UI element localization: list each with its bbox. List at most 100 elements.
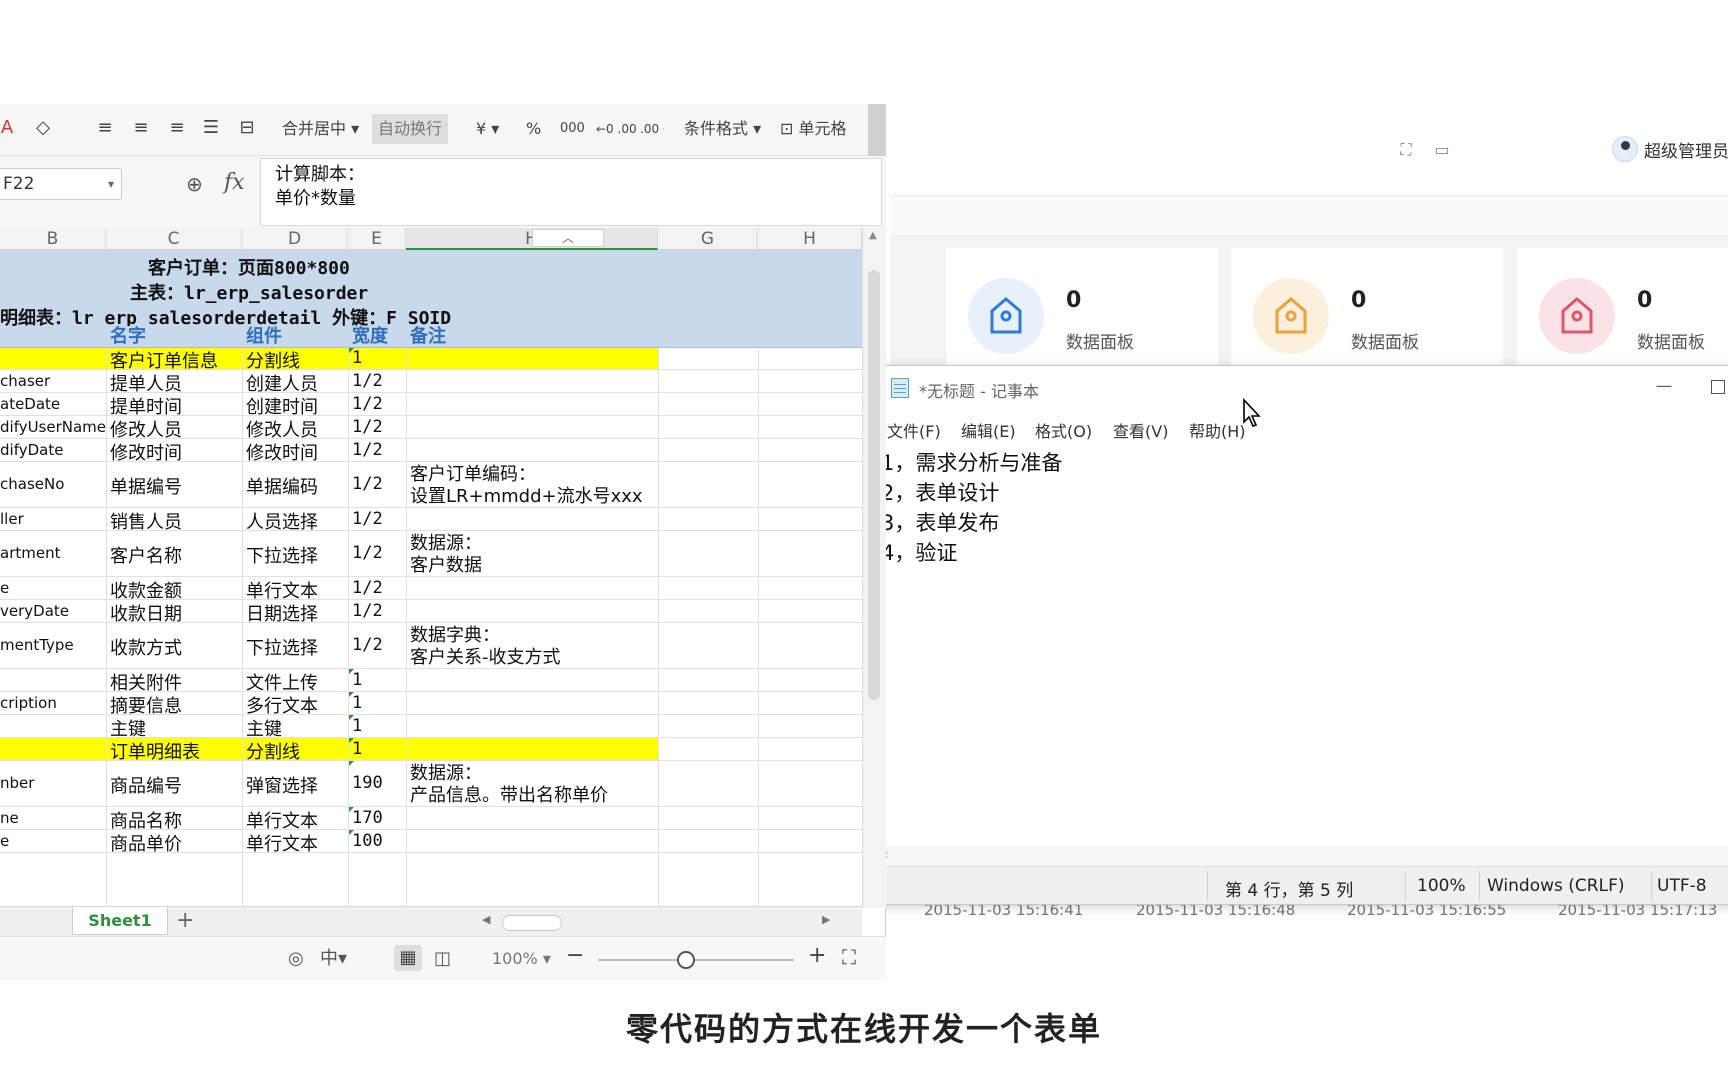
merge-center-button[interactable]: 合并居中 ▾: [282, 114, 359, 144]
field-code-cell[interactable]: ateDate: [0, 395, 60, 413]
width-cell[interactable]: 1/2: [352, 635, 383, 655]
table-row[interactable]: chaser 提单人员 创建人员 1/2: [0, 370, 862, 395]
wrap-text-button[interactable]: 自动换行: [372, 114, 449, 144]
field-code-cell[interactable]: mentType: [0, 636, 74, 654]
zoom-in-button[interactable]: +: [808, 943, 826, 968]
field-code-cell[interactable]: e: [0, 832, 9, 850]
component-cell[interactable]: 弹窗选择: [246, 772, 318, 798]
notepad-horizontal-scrollbar[interactable]: ‹: [877, 846, 1728, 866]
component-cell[interactable]: 下拉选择: [246, 634, 318, 660]
field-name-cell[interactable]: 商品单价: [110, 830, 182, 856]
field-code-cell[interactable]: e: [0, 579, 9, 597]
formula-input[interactable]: 计算脚本： 单价*数量: [260, 158, 882, 226]
header-width[interactable]: 宽度: [352, 326, 388, 348]
sheet-grid[interactable]: 客户订单：页面800*800 主表：lr_erp_salesorder 明细表：…: [0, 250, 862, 906]
width-cell[interactable]: 1/2: [352, 601, 383, 621]
maximize-icon[interactable]: [1711, 380, 1725, 394]
column-header-e[interactable]: E: [348, 228, 406, 250]
menu-help[interactable]: 帮助(H): [1189, 418, 1246, 442]
table-row[interactable]: ateDate 提单时间 创建时间 1/2: [0, 393, 862, 418]
column-header-d[interactable]: D: [242, 228, 348, 250]
menu-view[interactable]: 查看(V): [1113, 418, 1168, 442]
table-row[interactable]: cription 摘要信息 多行文本 1: [0, 692, 862, 717]
zoom-level[interactable]: 100% ▾: [492, 949, 551, 968]
distribute-icon[interactable]: ⊟: [236, 116, 258, 140]
note-cell[interactable]: 产品信息。带出名称单价: [410, 783, 608, 808]
width-cell[interactable]: 1/2: [352, 543, 383, 563]
scroll-left-icon[interactable]: ◀: [482, 913, 490, 926]
component-cell[interactable]: 单行文本: [246, 830, 318, 856]
width-cell[interactable]: 1/2: [352, 394, 383, 414]
field-code-cell[interactable]: nber: [0, 774, 34, 792]
note-cell[interactable]: 客户关系-收支方式: [410, 645, 561, 670]
header-note[interactable]: 备注: [410, 326, 446, 348]
vertical-scrollbar[interactable]: ▲: [862, 228, 886, 908]
table-row[interactable]: artment 客户名称 下拉选择 1/2 数据源： 客户数据: [0, 531, 862, 577]
user-name[interactable]: 超级管理员: [1644, 137, 1728, 162]
width-cell[interactable]: 1/2: [352, 417, 383, 437]
note-cell[interactable]: 客户数据: [410, 553, 482, 578]
width-cell[interactable]: 190: [352, 773, 383, 793]
percent-button[interactable]: %: [526, 114, 541, 144]
menu-edit[interactable]: 编辑(E): [961, 418, 1016, 442]
conditional-format-button[interactable]: 条件格式 ▾: [684, 114, 761, 144]
field-code-cell[interactable]: difyDate: [0, 441, 63, 459]
table-row[interactable]: difyDate 修改时间 修改时间 1/2: [0, 439, 862, 464]
scroll-up-icon[interactable]: ▲: [869, 230, 877, 241]
note-cell[interactable]: 设置LR+mmdd+流水号xxx: [410, 484, 643, 509]
ribbon-scrollbar[interactable]: [868, 104, 886, 156]
data-panel-card[interactable]: 0 数据面板: [946, 248, 1218, 366]
header-name[interactable]: 名字: [110, 326, 146, 348]
notepad-text-area[interactable]: 1，需求分析与准备 2，表单设计 3，表单发布 4，验证: [881, 448, 1721, 818]
cell-format-button[interactable]: ⊡ 单元格: [780, 114, 847, 144]
fx-icon[interactable]: fx: [224, 170, 245, 195]
fullscreen-icon[interactable]: ⛶: [1396, 140, 1416, 160]
scroll-right-icon[interactable]: ▶: [822, 913, 830, 926]
horizontal-scroll-thumb[interactable]: [502, 915, 562, 931]
column-header-b[interactable]: B: [0, 228, 106, 250]
component-cell[interactable]: 单据编码: [246, 473, 318, 499]
width-cell[interactable]: 100: [352, 831, 383, 851]
notepad-window[interactable]: *无标题 - 记事本 — 文件(F) 编辑(E) 格式(O) 查看(V) 帮助(…: [876, 365, 1728, 905]
minimize-icon[interactable]: —: [1649, 376, 1679, 400]
table-row[interactable]: veryDate 收款日期 日期选择 1/2: [0, 600, 862, 625]
font-color-icon[interactable]: A: [0, 116, 18, 140]
field-code-cell[interactable]: cription: [0, 694, 57, 712]
eye-icon[interactable]: ◎: [288, 948, 304, 970]
column-header-g[interactable]: G: [658, 228, 758, 250]
align-left-icon[interactable]: ≡: [94, 116, 116, 140]
decrease-decimal-button[interactable]: .00 →0: [640, 114, 664, 144]
message-icon[interactable]: ▭: [1432, 140, 1452, 160]
field-code-cell[interactable]: difyUserName: [0, 418, 106, 436]
width-cell[interactable]: 1/2: [352, 440, 383, 460]
page-view-icon[interactable]: ◫: [434, 948, 451, 970]
chevron-down-icon[interactable]: ▾: [108, 168, 114, 200]
field-code-cell[interactable]: ne: [0, 809, 19, 827]
width-cell[interactable]: 1/2: [352, 371, 383, 391]
table-row[interactable]: difyUserName 修改人员 修改人员 1/2: [0, 416, 862, 441]
table-row[interactable]: 主键 主键 1: [0, 715, 862, 740]
eraser-icon[interactable]: ◇: [32, 116, 54, 140]
zoom-slider[interactable]: [598, 959, 794, 961]
column-header-h[interactable]: H: [758, 228, 862, 250]
component-cell[interactable]: 下拉选择: [246, 542, 318, 568]
align-right-icon[interactable]: ≡: [166, 116, 188, 140]
table-row[interactable]: 客户订单信息 分割线 1: [0, 348, 862, 372]
table-row[interactable]: nber 商品编号 弹窗选择 190 数据源： 产品信息。带出名称单价: [0, 761, 862, 807]
width-cell[interactable]: 1/2: [352, 509, 383, 529]
input-method-icon[interactable]: 中▾: [320, 948, 347, 970]
field-name-cell[interactable]: 商品编号: [110, 772, 182, 798]
table-row[interactable]: 订单明细表 分割线 1: [0, 738, 862, 763]
data-panel-card[interactable]: 0 数据面板: [1231, 248, 1503, 366]
thousands-button[interactable]: 000: [560, 114, 585, 144]
menu-file[interactable]: 文件(F): [887, 418, 941, 442]
magnifier-icon[interactable]: ⊕: [186, 172, 210, 196]
tab-sheet1[interactable]: Sheet1: [72, 907, 168, 935]
normal-view-icon[interactable]: ▦: [394, 945, 422, 971]
field-name-cell[interactable]: 单据编号: [110, 473, 182, 499]
table-row[interactable]: ne 商品名称 单行文本 170: [0, 807, 862, 832]
fullscreen-icon[interactable]: ⛶: [842, 945, 856, 969]
width-cell[interactable]: 1/2: [352, 474, 383, 494]
add-sheet-button[interactable]: +: [176, 909, 194, 933]
data-panel-card[interactable]: 0 数据面板: [1517, 248, 1728, 366]
